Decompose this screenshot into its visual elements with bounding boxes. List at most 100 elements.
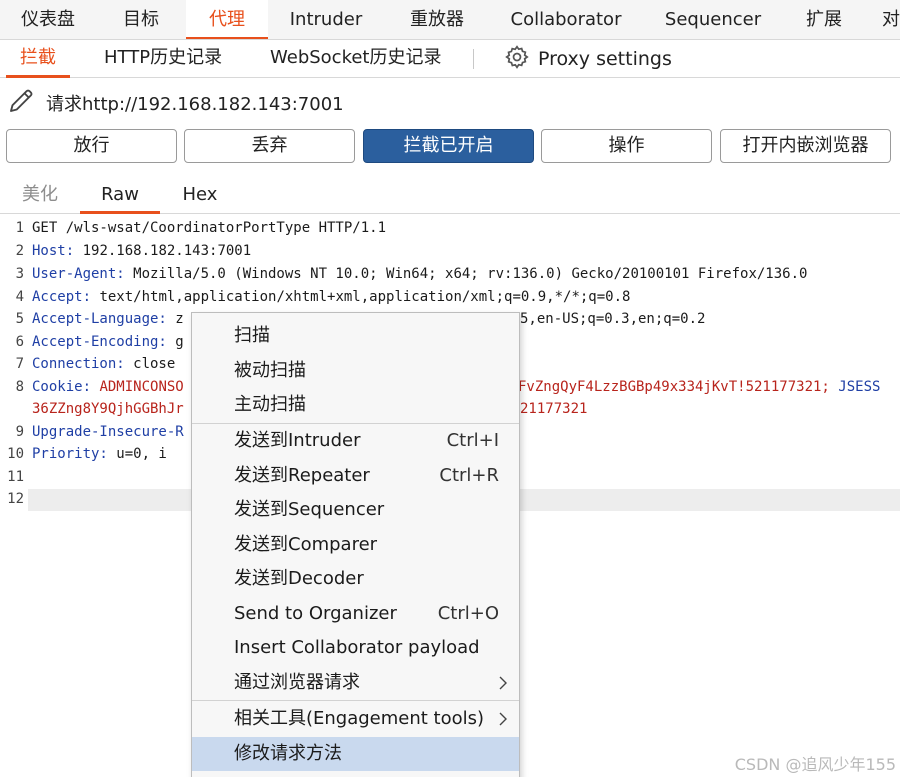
header-user-agent: User-Agent: Mozilla/5.0 (Windows NT 10.0… (32, 266, 807, 282)
header-accept-language: Accept-Language: z (32, 311, 184, 327)
tab-sequencer[interactable]: Sequencer (644, 0, 782, 39)
tab-overflow[interactable]: 对 (882, 0, 900, 39)
request-url: 请求http://192.168.182.143:7001 (46, 94, 344, 115)
menu-item-shortcut: Ctrl+R (439, 465, 499, 486)
header-value: g (166, 334, 184, 350)
header-name: Host: (32, 243, 75, 259)
menu-item-label: 发送到Intruder (234, 430, 361, 451)
line-number: 10 (7, 446, 24, 462)
proxy-settings-button[interactable]: Proxy settings (504, 40, 672, 78)
request-line: GET /wls-wsat/CoordinatorPortType HTTP/1… (32, 220, 387, 236)
tab-proxy[interactable]: 代理 (186, 0, 268, 39)
menu-item-request-in-browser[interactable]: 通过浏览器请求 (192, 666, 519, 700)
menu-item-label: 通过浏览器请求 (234, 672, 360, 693)
header-name: Accept-Language: (32, 311, 167, 327)
drop-button[interactable]: 丢弃 (184, 129, 355, 163)
proxy-sub-tab-bar: 拦截 HTTP历史记录 WebSocket历史记录 Proxy settings (0, 40, 900, 78)
editor-view-tabs: 美化 Raw Hex (0, 178, 900, 214)
header-accept: Accept: text/html,application/xhtml+xml,… (32, 289, 630, 305)
menu-item-label: 主动扫描 (234, 394, 306, 415)
header-name: Priority: (32, 446, 108, 462)
tab-intercept[interactable]: 拦截 (6, 40, 70, 78)
menu-item-insert-collaborator-payload[interactable]: Insert Collaborator payload (192, 631, 519, 665)
menu-item-send-to-organizer[interactable]: Send to Organizer Ctrl+O (192, 597, 519, 631)
cookie-value: ADMINCONSO (91, 379, 184, 395)
header-value: text/html,application/xhtml+xml,applicat… (91, 289, 631, 305)
menu-item-shortcut: Ctrl+O (437, 603, 499, 624)
cookie-value: FvZngQyF4LzzBGBp49x334jKvT!521177321; (518, 379, 839, 395)
header-connection: Connection: close (32, 356, 175, 372)
menu-item-label: Insert Collaborator payload (234, 637, 480, 658)
cookie-value: 21177321 (520, 401, 588, 417)
cookie-name: JSESS (838, 379, 881, 395)
menu-item-send-to-sequencer[interactable]: 发送到Sequencer (192, 493, 519, 527)
menu-item-scan[interactable]: 扫描 (192, 319, 519, 353)
chevron-right-icon (497, 666, 509, 700)
header-host: Host: 192.168.182.143:7001 (32, 243, 251, 259)
intercept-toggle-button[interactable]: 拦截已开启 (363, 129, 534, 163)
tab-collaborator[interactable]: Collaborator (490, 0, 642, 39)
menu-item-label: 发送到Repeater (234, 465, 370, 486)
open-browser-button[interactable]: 打开内嵌浏览器 (720, 129, 891, 163)
line-number: 8 (15, 379, 24, 395)
header-name: Accept: (32, 289, 92, 305)
header-value: z (166, 311, 184, 327)
tab-dashboard[interactable]: 仪表盘 (0, 0, 96, 39)
chevron-right-icon (497, 702, 509, 736)
menu-item-label: 扫描 (234, 325, 270, 346)
line-number: 12 (7, 491, 24, 507)
menu-item-send-to-decoder[interactable]: 发送到Decoder (192, 562, 519, 596)
tab-extensions[interactable]: 扩展 (782, 0, 866, 39)
proxy-settings-label: Proxy settings (538, 48, 672, 70)
menu-item-label: Send to Organizer (234, 603, 397, 624)
line-number: 7 (15, 356, 24, 372)
header-value: Mozilla/5.0 (Windows NT 10.0; Win64; x64… (124, 266, 808, 282)
header-value-visible-part: 5,en-US;q=0.3,en;q=0.2 (520, 311, 706, 327)
header-cookie: Cookie: ADMINCONSO (32, 379, 184, 395)
tab-pretty[interactable]: 美化 (10, 178, 70, 214)
menu-item-engagement-tools[interactable]: 相关工具(Engagement tools) (192, 702, 519, 736)
header-name: User-Agent: (32, 266, 125, 282)
cookie-wrapped-line: 36ZZng8Y9QjhGGBhJr (32, 401, 184, 417)
forward-button[interactable]: 放行 (6, 129, 177, 163)
header-name: Connection: (32, 356, 125, 372)
tab-target[interactable]: 目标 (96, 0, 186, 39)
menu-item-send-to-repeater[interactable]: 发送到Repeater Ctrl+R (192, 459, 519, 493)
tab-repeater[interactable]: 重放器 (384, 0, 490, 39)
tab-raw[interactable]: Raw (80, 178, 160, 214)
header-value: close (124, 356, 176, 372)
main-tab-bar: 仪表盘 目标 代理 Intruder 重放器 Collaborator Sequ… (0, 0, 900, 40)
menu-item-label: 发送到Decoder (234, 568, 364, 589)
menu-item-send-to-comparer[interactable]: 发送到Comparer (192, 528, 519, 562)
header-priority: Priority: u=0, i (32, 446, 167, 462)
line-number: 4 (15, 289, 24, 305)
divider (473, 49, 474, 69)
tab-hex[interactable]: Hex (168, 178, 232, 214)
action-button[interactable]: 操作 (541, 129, 712, 163)
pencil-icon[interactable] (6, 86, 36, 121)
menu-item-label: 发送到Comparer (234, 534, 378, 555)
menu-item-label: 被动扫描 (234, 360, 306, 381)
header-name: Accept-Encoding: (32, 334, 167, 350)
menu-item-label: 发送到Sequencer (234, 499, 385, 520)
line-number: 3 (15, 266, 24, 282)
menu-item-active-scan[interactable]: 主动扫描 (192, 388, 519, 422)
menu-item-label: 修改请求方法 (234, 743, 342, 764)
gear-icon (504, 44, 530, 75)
menu-item-send-to-intruder[interactable]: 发送到Intruder Ctrl+I (192, 424, 519, 458)
watermark: CSDN @追风少年155 (734, 755, 896, 774)
tab-http-history[interactable]: HTTP历史记录 (104, 40, 222, 78)
line-number: 5 (15, 311, 24, 327)
menu-item-passive-scan[interactable]: 被动扫描 (192, 354, 519, 388)
tab-intruder[interactable]: Intruder (270, 0, 382, 39)
line-number: 9 (15, 424, 24, 440)
header-value: 192.168.182.143:7001 (74, 243, 252, 259)
context-menu: 扫描 被动扫描 主动扫描 发送到Intruder Ctrl+I 发送到Repeat… (191, 312, 520, 777)
header-name: Cookie: (32, 379, 92, 395)
header-name: Upgrade-Insecure-R (32, 424, 184, 440)
line-number: 1 (15, 220, 24, 236)
tab-websocket-history[interactable]: WebSocket历史记录 (270, 40, 442, 78)
menu-item-change-request-method[interactable]: 修改请求方法 (192, 737, 519, 771)
cookie-value: 36ZZng8Y9QjhGGBhJr (32, 401, 184, 417)
header-upgrade-insecure: Upgrade-Insecure-R (32, 424, 184, 440)
